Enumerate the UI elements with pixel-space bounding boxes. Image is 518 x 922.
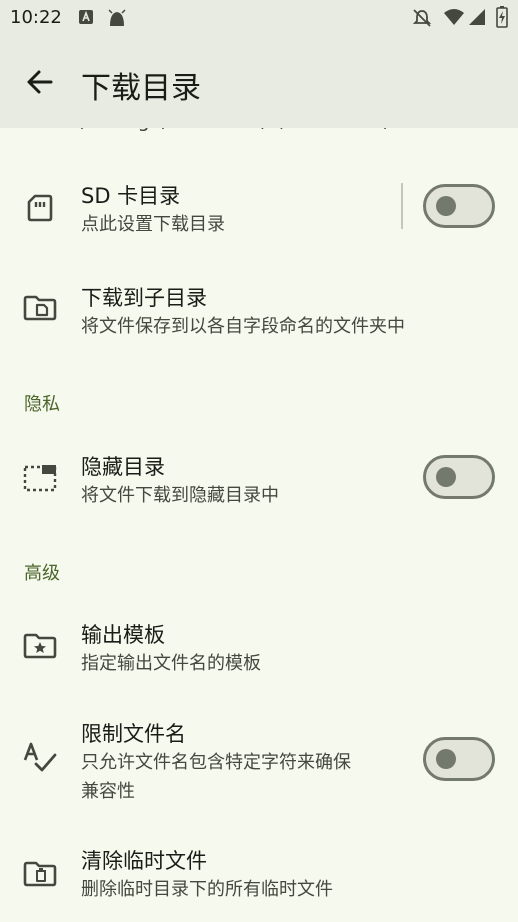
folder-star-icon: [23, 633, 57, 659]
status-bar: 10:22: [0, 0, 518, 36]
page-title: 下载目录: [81, 71, 201, 106]
setting-subtitle: 删除临时目录下的所有临时文件: [81, 879, 333, 900]
setting-subtitle: 点此设置下载目录: [81, 214, 225, 235]
sd-card-icon: [27, 194, 53, 222]
a-notification-icon: [79, 10, 93, 24]
toggle-knob: [436, 749, 456, 769]
setting-title: SD 卡目录: [81, 184, 181, 208]
setting-subtitle: 将文件保存到以各自字段命名的文件夹中: [81, 316, 405, 337]
status-time: 10:22: [10, 7, 62, 28]
setting-download-subdirectory[interactable]: 下载到子目录 将文件保存到以各自字段命名的文件夹中: [0, 265, 518, 360]
setting-subtitle-line-1: 只允许文件名包含特定字符来确保: [81, 752, 351, 773]
toggle-knob: [436, 467, 456, 487]
hidden-frame-icon: [23, 465, 57, 492]
spellcheck-icon: [23, 742, 57, 772]
folder-delete-icon: [23, 861, 57, 887]
hidden-directory-toggle[interactable]: [423, 455, 495, 499]
restrict-filenames-toggle[interactable]: [423, 737, 495, 781]
setting-title: 隐藏目录: [81, 455, 165, 479]
arrow-back-icon[interactable]: [22, 64, 58, 100]
section-header-advanced: 高级: [24, 563, 60, 584]
wifi-icon: [444, 9, 464, 25]
setting-clear-temp-files[interactable]: 清除临时文件 删除临时目录下的所有临时文件: [0, 828, 518, 922]
app-bar: 下载目录: [0, 36, 518, 128]
setting-title: 输出模板: [81, 623, 165, 647]
signal-icon: [469, 9, 485, 25]
setting-title: 清除临时文件: [81, 849, 207, 873]
toggle-knob: [436, 196, 456, 216]
android-icon: [108, 9, 126, 26]
setting-title: 限制文件名: [81, 722, 186, 746]
battery-icon: [496, 6, 508, 28]
setting-title: 下载到子目录: [81, 286, 207, 310]
setting-subtitle: 将文件下载到隐藏目录中: [81, 485, 279, 506]
section-header-privacy: 隐私: [24, 394, 60, 415]
sd-card-toggle[interactable]: [423, 184, 495, 228]
setting-subtitle: 指定输出文件名的模板: [81, 653, 261, 674]
divider: [401, 183, 403, 229]
setting-subtitle-line-2: 兼容性: [81, 781, 135, 802]
notifications-off-icon: [412, 9, 432, 27]
setting-output-template[interactable]: 输出模板 指定输出文件名的模板: [0, 600, 518, 695]
folder-subdirectory-icon: [23, 295, 57, 321]
